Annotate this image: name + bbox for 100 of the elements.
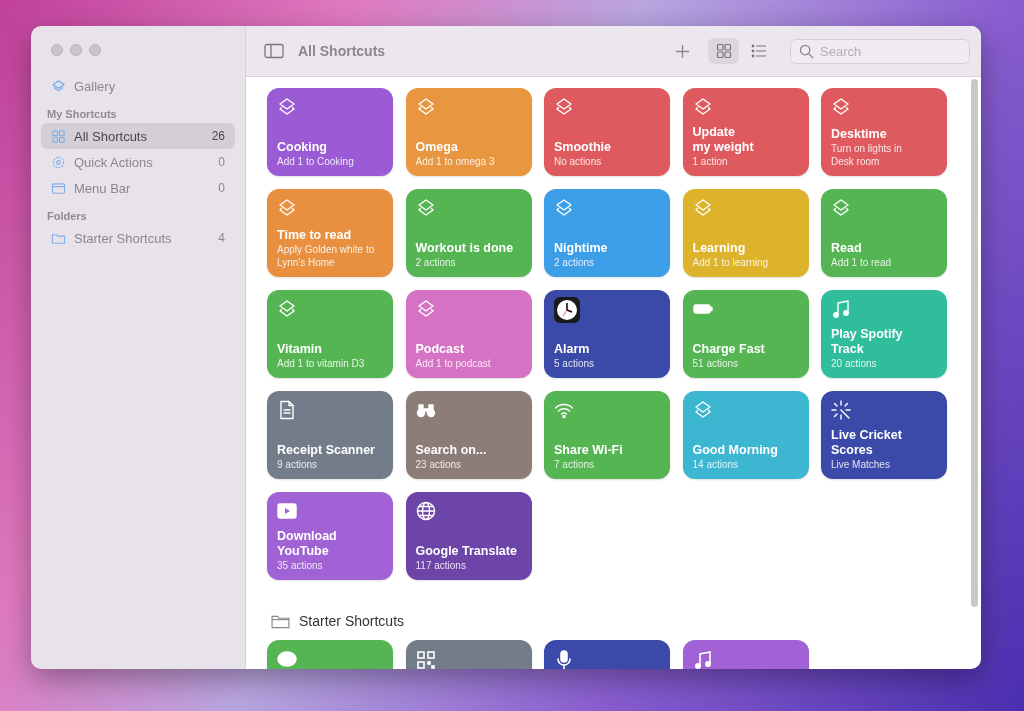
microphone-icon (554, 650, 574, 669)
layers-icon (554, 198, 574, 218)
shortcut-tile[interactable]: Workout is done 2 actions (405, 189, 532, 277)
shortcut-tile[interactable]: Read Add 1 to read (821, 189, 947, 277)
sidebar-toggle-icon[interactable] (264, 43, 284, 59)
shortcut-tile[interactable]: Download YouTube 35 actions (267, 492, 393, 580)
shortcut-title: Charge Fast (692, 342, 765, 357)
shortcut-subtitle: 20 actions (831, 357, 877, 370)
shortcut-tile[interactable]: Smoothie No actions (544, 88, 670, 176)
shortcut-subtitle: Add 1 to omega 3 (415, 155, 495, 168)
shortcut-tile[interactable]: Podcast Add 1 to podcast (405, 290, 532, 378)
shortcut-subtitle: 117 actions (415, 559, 466, 572)
shortcut-tile[interactable]: Learning Add 1 to learning (682, 189, 809, 277)
list-icon (750, 43, 767, 59)
layers-icon (415, 198, 436, 218)
shortcut-subtitle: Apply Golden white to Lynn's Home (277, 243, 375, 269)
shortcut-subtitle: Add 1 to vitamin D3 (277, 357, 365, 370)
folder-icon (271, 613, 290, 629)
shortcut-tile[interactable]: Update my weight 1 action (682, 88, 809, 176)
grid-view-button[interactable] (708, 38, 739, 64)
shortcut-subtitle: 14 actions (692, 458, 739, 471)
shortcut-subtitle: 9 actions (277, 458, 318, 471)
shortcut-tile[interactable]: Play Spotify Track 20 actions (821, 290, 947, 378)
section-title: Starter Shortcuts (299, 613, 405, 629)
shortcut-tile[interactable]: Nightime 2 actions (544, 189, 670, 277)
shortcut-tile[interactable]: Desktime Turn on lights in Desk room (821, 88, 947, 176)
layers-icon (415, 299, 436, 319)
shortcut-title: Vitamin (277, 342, 322, 357)
gear-icon (51, 154, 66, 170)
speech-bubble-icon (277, 650, 297, 669)
clock-icon (554, 297, 580, 323)
shortcut-title: Google Translate (415, 544, 517, 559)
shortcut-subtitle: Add 1 to Cooking (277, 155, 354, 168)
window-control[interactable] (70, 44, 82, 56)
scrollbar[interactable] (969, 79, 979, 607)
layers-icon (51, 78, 66, 94)
shortcut-tile[interactable]: Good Morning 14 actions (682, 391, 809, 479)
sidebar-item[interactable]: Quick Actions 0 (41, 149, 235, 175)
shortcut-tile[interactable]: Receipt Scanner 9 actions (267, 391, 393, 479)
layers-icon (415, 97, 436, 117)
grid-icon (715, 43, 732, 59)
qr-code-icon (415, 650, 436, 669)
shortcut-tile[interactable]: Omega Add 1 to omega 3 (405, 88, 532, 176)
shortcut-subtitle: 1 action (692, 155, 728, 168)
shortcut-subtitle: 51 actions (692, 357, 739, 370)
music-note-icon (692, 650, 713, 669)
shortcut-subtitle: Add 1 to read (831, 256, 892, 269)
shortcut-tile[interactable]: Share Wi-Fi 7 actions (544, 391, 670, 479)
document-icon (277, 400, 297, 420)
shortcut-subtitle: 7 actions (554, 458, 595, 471)
shortcut-subtitle: 23 actions (415, 458, 462, 471)
shortcut-tile[interactable]: Charge Fast 51 actions (682, 290, 809, 378)
shortcut-title: Cooking (277, 140, 327, 155)
layers-icon (692, 400, 713, 420)
shortcut-tile[interactable]: Vitamin Add 1 to vitamin D3 (267, 290, 393, 378)
shortcut-subtitle: 2 actions (415, 256, 456, 269)
shortcut-subtitle: Add 1 to learning (692, 256, 769, 269)
shortcut-title: Read (831, 241, 862, 256)
shortcut-title: Play Spotify Track (831, 327, 903, 357)
shortcut-title: Smoothie (554, 140, 611, 155)
shortcut-title: Receipt Scanner (277, 443, 375, 458)
shortcut-title: Live Cricket Scores (831, 428, 902, 458)
layers-icon (692, 198, 713, 218)
shortcut-tile[interactable]: Google Translate 117 actions (405, 492, 532, 580)
shortcut-subtitle: 35 actions (277, 559, 323, 572)
globe-icon (415, 501, 436, 521)
music-note-icon (831, 299, 851, 319)
layers-icon (831, 97, 851, 117)
shortcut-title: Desktime (831, 127, 887, 142)
shortcut-title: Omega (415, 140, 458, 155)
layers-icon (277, 198, 297, 218)
layers-icon (831, 198, 851, 218)
sidebar-item[interactable]: Gallery (41, 73, 235, 99)
play-icon (277, 501, 297, 521)
shortcut-subtitle: Turn on lights in Desk room (831, 142, 902, 168)
window-control[interactable] (89, 44, 101, 56)
search-field[interactable]: Search (790, 38, 970, 64)
layers-icon (692, 97, 713, 117)
layers-icon (277, 299, 297, 319)
shortcut-title: Learning (692, 241, 746, 256)
add-icon[interactable] (675, 43, 690, 59)
shortcut-tile[interactable]: Cooking Add 1 to Cooking (267, 88, 393, 176)
shortcut-title: Good Morning (692, 443, 778, 458)
shortcut-title: Alarm (554, 342, 590, 357)
shortcut-tile[interactable]: Search on... 23 actions (405, 391, 532, 479)
sidebar-heading: My Shortcuts (46, 107, 118, 122)
sidebar-item[interactable]: All Shortcuts 26 (41, 123, 235, 149)
shortcut-tile[interactable]: Alarm 5 actions (544, 290, 670, 378)
sidebar-item[interactable]: Starter Shortcuts 4 (41, 225, 235, 251)
window-control[interactable] (51, 44, 63, 56)
shortcut-tile[interactable]: Live Cricket Scores Live Matches (821, 391, 947, 479)
shortcut-tile[interactable]: Time to read Apply Golden white to Lynn's Home (267, 189, 393, 277)
shortcut-title: Podcast (415, 342, 465, 357)
sparkle-icon (831, 400, 851, 420)
sidebar-item[interactable]: Menu Bar 0 (41, 175, 235, 201)
shortcut-title: Time to read (277, 228, 352, 243)
sidebar-heading: Folders (46, 209, 88, 224)
grid-icon (51, 128, 66, 144)
shortcut-title: Update my weight (692, 125, 754, 155)
search-icon (799, 43, 814, 59)
